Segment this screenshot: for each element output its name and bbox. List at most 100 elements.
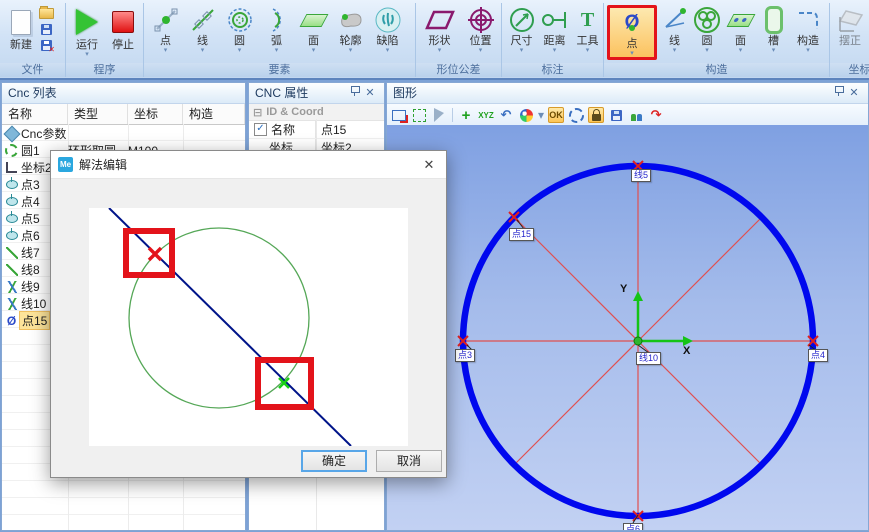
list-item[interactable]: Cnc参数: [2, 125, 245, 142]
window-fit-icon[interactable]: [391, 107, 407, 123]
chevron-down-icon: ▾: [438, 48, 442, 54]
palette-icon[interactable]: [518, 107, 534, 123]
feature-label-point3[interactable]: 点3: [455, 349, 475, 362]
stop-icon: [106, 5, 140, 39]
collapse-icon[interactable]: ⊟: [253, 106, 262, 119]
mirror-view-icon[interactable]: [431, 107, 447, 123]
group-label-program: 程序: [66, 63, 143, 77]
plane-icon: [299, 5, 329, 35]
column-name[interactable]: 名称: [2, 104, 68, 124]
ok-button[interactable]: 确定: [301, 450, 367, 472]
cancel-button[interactable]: 取消: [376, 450, 442, 472]
undo-icon[interactable]: ↶: [498, 107, 514, 123]
column-type[interactable]: 类型: [68, 104, 128, 124]
group-label-coordsys: 坐标系: [830, 63, 869, 77]
close-icon[interactable]: ✕: [412, 151, 446, 178]
group-label-construct: 构造: [604, 63, 829, 77]
stop-button[interactable]: 停止: [105, 5, 141, 52]
chevron-down-icon: ▾: [275, 48, 279, 54]
feature-label-point4[interactable]: 点4: [808, 349, 828, 362]
run-button[interactable]: 运行 ▾: [69, 5, 105, 58]
measure-point-icon: [6, 231, 18, 240]
measure-circle-icon: [225, 5, 255, 35]
pin-icon[interactable]: [830, 84, 846, 103]
solution-preview-canvas[interactable]: [89, 208, 408, 446]
save-icon[interactable]: [39, 23, 54, 36]
coordinate-icon: [6, 162, 17, 173]
construct-slot-button[interactable]: 槽 ▾: [757, 5, 790, 54]
element-plane-button[interactable]: 面 ▾: [295, 5, 332, 54]
element-point-button[interactable]: 点 ▾: [147, 5, 184, 54]
dimension-button[interactable]: 尺寸 ▾: [505, 5, 538, 54]
construct-plane-button[interactable]: 面 ▾: [724, 5, 757, 54]
element-defect-button[interactable]: 缺陷 ▾: [369, 5, 406, 54]
column-construct[interactable]: 构造: [183, 104, 245, 124]
element-arc-button[interactable]: 弧 ▾: [258, 5, 295, 54]
chevron-down-icon[interactable]: ▾: [538, 108, 544, 122]
tools-button[interactable]: T 工具 ▾: [571, 5, 604, 54]
save-view-icon[interactable]: [608, 107, 624, 123]
ribbon-group-gdt: 形状 ▾ 位置 ▾ 形位公差: [416, 3, 502, 77]
measure-point-icon: [151, 5, 181, 35]
chevron-down-icon: ▾: [312, 48, 316, 54]
feature-label-point6[interactable]: 点6: [623, 523, 643, 530]
save-as-icon[interactable]: ✕: [39, 39, 54, 52]
align-button[interactable]: 摆正: [833, 5, 867, 48]
chevron-down-icon: ▾: [673, 48, 677, 54]
redo-icon[interactable]: ↷: [648, 107, 664, 123]
angle-line-icon: [6, 281, 18, 293]
form-icon: [425, 5, 455, 35]
column-coord[interactable]: 坐标: [128, 104, 183, 124]
dialog-titlebar[interactable]: Me 解法编辑 ✕: [51, 151, 446, 179]
solution-drawing: [89, 208, 408, 446]
construct-corner-icon: [793, 5, 823, 35]
lock-icon[interactable]: [588, 107, 604, 123]
measure-point-icon: [6, 197, 18, 206]
element-circle-button[interactable]: 圆 ▾: [221, 5, 258, 54]
chevron-down-icon: ▾: [386, 48, 390, 54]
circle-select-icon[interactable]: [568, 107, 584, 123]
property-value-name[interactable]: 点15: [316, 121, 384, 138]
chevron-down-icon: ▾: [201, 48, 205, 54]
construct-line-button[interactable]: 线 ▾: [659, 5, 690, 54]
align-icon: [835, 5, 865, 35]
measure-point-icon: [6, 214, 18, 223]
plus-icon[interactable]: +: [458, 107, 474, 123]
checkbox-checked-icon[interactable]: ✓: [254, 123, 267, 136]
users-icon[interactable]: [628, 107, 644, 123]
new-file-button[interactable]: 新建: [3, 5, 39, 52]
profile-icon: [336, 5, 366, 35]
form-tolerance-button[interactable]: 形状 ▾: [419, 5, 460, 54]
fit-view-icon[interactable]: [411, 107, 427, 123]
open-folder-icon[interactable]: [39, 7, 54, 20]
ok-icon[interactable]: OK: [548, 107, 564, 123]
xyz-icon[interactable]: XYZ: [478, 107, 494, 123]
position-tolerance-button[interactable]: 位置 ▾: [460, 5, 501, 54]
graphics-canvas[interactable]: Y X 线5 点15 点3 点4 线10 点6: [387, 125, 868, 530]
feature-label-line10[interactable]: 线10: [636, 352, 661, 365]
cnc-list-title: Cnc 列表: [2, 83, 245, 104]
construct-circle-button[interactable]: 圆 ▾: [690, 5, 724, 54]
solution-edit-dialog: Me 解法编辑 ✕ 确定 取消: [50, 150, 447, 478]
toolbar-separator: [452, 108, 453, 122]
construct-point-button[interactable]: Ø 点 ▾: [607, 5, 657, 60]
construct-generic-button[interactable]: 构造 ▾: [790, 5, 826, 54]
feature-label-line5[interactable]: 线5: [631, 169, 651, 182]
element-line-button[interactable]: 线 ▾: [184, 5, 221, 54]
ribbon-group-file: 新建 ✕ 文件: [0, 3, 66, 77]
group-label-file: 文件: [0, 63, 65, 77]
element-profile-button[interactable]: 轮廓 ▾: [332, 5, 369, 54]
construct-line-icon: [660, 5, 690, 35]
measure-line-icon: [188, 5, 218, 35]
close-icon[interactable]: ✕: [846, 84, 862, 103]
graphics-toolbar: + XYZ ↶ ▾ OK ↷: [387, 104, 868, 127]
pin-icon[interactable]: [346, 84, 362, 103]
cnc-properties-title: CNC 属性 ✕: [249, 83, 384, 104]
close-icon[interactable]: ✕: [362, 84, 378, 103]
feature-label-point15[interactable]: 点15: [509, 228, 534, 241]
construct-point-icon: [7, 314, 16, 328]
distance-button[interactable]: 距离 ▾: [538, 5, 571, 54]
ribbon-group-program: 运行 ▾ 停止 程序: [66, 3, 144, 77]
chevron-down-icon: ▾: [164, 48, 168, 54]
distance-icon: [540, 5, 570, 35]
